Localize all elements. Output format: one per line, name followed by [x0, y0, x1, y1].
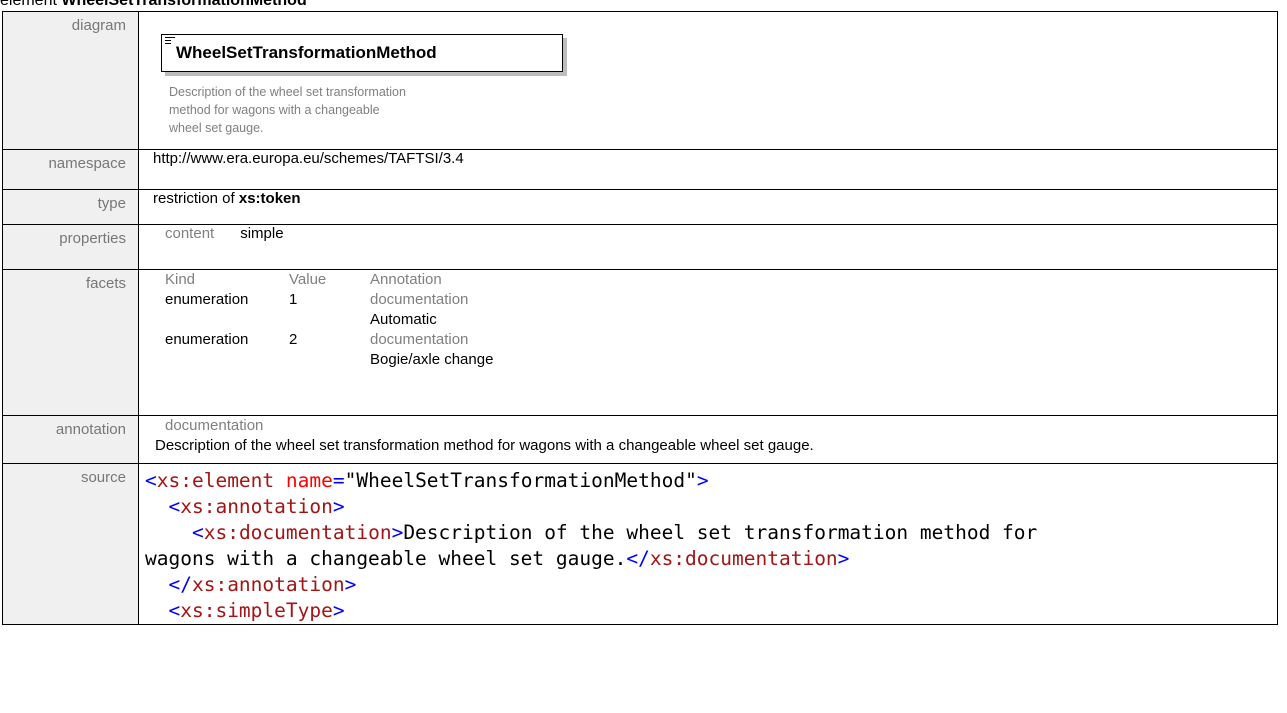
facet-row: Automatic — [165, 310, 493, 330]
source-row: source <xs:element name="WheelSetTransfo… — [2, 463, 1278, 625]
diagram-description: Description of the wheel set transformat… — [169, 83, 549, 137]
facets-header-value: Value — [289, 271, 327, 288]
code-text: wagons with a changeable wheel set gauge… — [145, 547, 627, 570]
annotation-key: documentation — [165, 417, 264, 434]
facet-kind: enumeration — [165, 291, 249, 308]
type-prefix: restriction of — [153, 190, 235, 207]
annotation-text: Description of the wheel set transformat… — [155, 437, 814, 454]
facets-header-row: Kind Value Annotation — [165, 270, 493, 290]
diagram-description-line: wheel set gauge. — [169, 121, 264, 135]
facet-value: 2 — [289, 331, 298, 348]
facet-doc-text: Automatic — [370, 311, 437, 328]
source-label: source — [2, 463, 139, 625]
type-base-link[interactable]: xs:token — [239, 190, 301, 207]
code-text: Description of the wheel set transformat… — [403, 521, 1038, 544]
diagram-description-line: Description of the wheel set transformat… — [169, 85, 406, 99]
annotation-row: annotation documentation Description of … — [2, 415, 1278, 464]
facets-row: facets Kind Value Annotation enumeration… — [2, 269, 1278, 416]
code-tag: xs:element — [156, 469, 275, 492]
diagram-description-line: method for wagons with a changeable — [169, 103, 380, 117]
facet-kind: enumeration — [165, 331, 249, 348]
facets-header-annotation: Annotation — [370, 271, 442, 288]
properties-row: properties content simple — [2, 224, 1278, 270]
code-tag: xs:simpleType — [180, 599, 333, 622]
diagram-element-name: WheelSetTransformationMethod — [176, 43, 437, 62]
facet-row: enumeration 2 documentation — [165, 330, 493, 350]
annotation-label: annotation — [2, 415, 139, 464]
type-row: type restriction of xs:token — [2, 189, 1278, 225]
diagram-row: diagram WheelSetTransformationMethod Des… — [2, 11, 1278, 150]
facet-doc-label: documentation — [370, 291, 469, 308]
facets-header-kind: Kind — [165, 271, 196, 288]
source-code: <xs:element name="WheelSetTransformation… — [138, 463, 1278, 625]
diagram-element-box[interactable]: WheelSetTransformationMethod — [161, 34, 563, 72]
code-attr-value: "WheelSetTransformationMethod" — [344, 469, 697, 492]
diagram-cell: WheelSetTransformationMethod Description… — [138, 11, 1278, 150]
diagram-label: diagram — [2, 11, 139, 150]
facet-row: Bogie/axle change — [165, 350, 493, 370]
code-tag: xs:documentation — [203, 521, 392, 544]
property-value: simple — [240, 225, 284, 242]
namespace-label: namespace — [2, 149, 139, 190]
facet-doc-label: documentation — [370, 331, 469, 348]
namespace-row: namespace http://www.era.europa.eu/schem… — [2, 149, 1278, 190]
page-title: element WheelSetTransformationMethod — [0, 0, 307, 11]
page-title-element-name: WheelSetTransformationMethod — [61, 0, 307, 9]
page-title-prefix: element — [0, 0, 57, 9]
element-diagram: WheelSetTransformationMethod Description… — [153, 12, 1277, 149]
property-key: content — [165, 225, 215, 242]
code-tag: xs:annotation — [191, 573, 345, 596]
code-tag: xs:documentation — [649, 547, 838, 570]
source-code-block: <xs:element name="WheelSetTransformation… — [145, 469, 1038, 622]
type-label: type — [2, 189, 139, 225]
facets-label: facets — [2, 269, 139, 416]
element-documentation-table: diagram WheelSetTransformationMethod Des… — [2, 11, 1278, 625]
facet-row: enumeration 1 documentation — [165, 290, 493, 310]
facets-table: Kind Value Annotation enumeration 1 docu… — [165, 270, 493, 370]
annotation-value: documentation Description of the wheel s… — [138, 415, 1278, 464]
code-tag: xs:annotation — [180, 495, 333, 518]
namespace-value: http://www.era.europa.eu/schemes/TAFTSI/… — [138, 149, 1278, 190]
properties-label: properties — [2, 224, 139, 270]
properties-value: content simple — [138, 224, 1278, 270]
code-attr: name — [285, 469, 333, 492]
type-value: restriction of xs:token — [138, 189, 1278, 225]
facet-doc-text: Bogie/axle change — [370, 351, 494, 368]
facet-value: 1 — [289, 291, 298, 308]
element-icon — [165, 37, 175, 47]
facets-value: Kind Value Annotation enumeration 1 docu… — [138, 269, 1278, 416]
